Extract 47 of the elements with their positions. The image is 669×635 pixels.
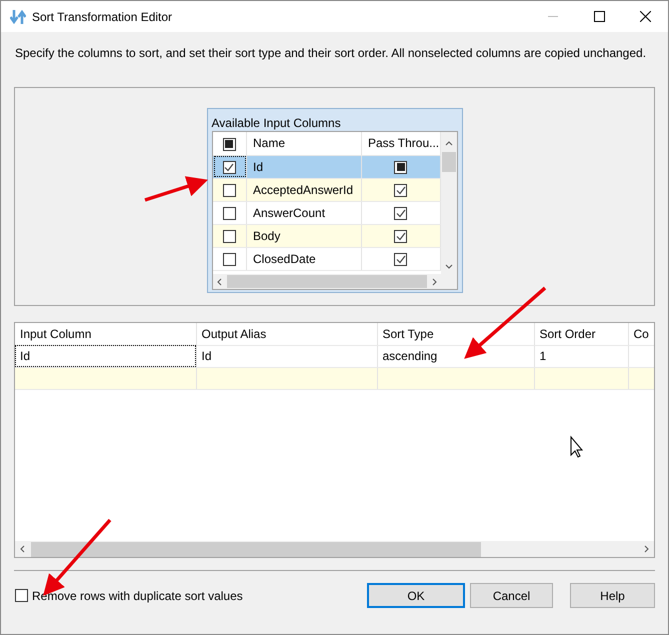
dialog-button[interactable]: Cancel xyxy=(470,583,553,608)
maximize-icon xyxy=(594,11,604,22)
pass-through-checkbox[interactable] xyxy=(394,252,408,266)
pass-through-checkbox[interactable] xyxy=(394,206,408,220)
horizontal-scrollbar[interactable] xyxy=(15,541,654,557)
column-header[interactable]: Pass Throu... xyxy=(368,136,440,150)
annotation-arrow xyxy=(144,176,208,202)
column-header[interactable]: Co xyxy=(628,323,654,345)
column-name: AcceptedAnswerId xyxy=(253,182,354,196)
pass-through-checkbox[interactable] xyxy=(394,160,408,174)
column-name: Body xyxy=(253,228,280,242)
pass-through-checkbox[interactable] xyxy=(394,230,408,243)
instruction-text: Specify the columns to sort, and set their sort type and their sort order. All nonselected columns are copied unchanged. xyxy=(15,46,646,60)
column-name: Id xyxy=(253,160,264,174)
column-header[interactable]: Sort Order xyxy=(534,323,628,345)
vertical-scrollbar[interactable] xyxy=(440,132,456,274)
checkbox[interactable] xyxy=(222,252,236,266)
table-cell: ascending xyxy=(377,345,534,367)
column-header[interactable]: Input Column xyxy=(15,323,196,345)
dialog-button[interactable]: OK xyxy=(367,583,465,608)
checkbox[interactable] xyxy=(222,184,236,197)
column-name: AnswerCount xyxy=(253,206,326,220)
dialog-button[interactable]: Help xyxy=(570,583,655,608)
column-header[interactable]: Name xyxy=(253,136,286,150)
table-cell: Id xyxy=(196,345,377,367)
pass-through-checkbox[interactable] xyxy=(394,184,408,197)
checkbox[interactable] xyxy=(222,230,236,243)
scrollbar-thumb[interactable] xyxy=(31,542,481,556)
table-cell: 1 xyxy=(534,345,628,367)
sort-icon xyxy=(10,10,26,24)
select-all-checkbox[interactable] xyxy=(222,138,236,151)
window-title: Sort Transformation Editor xyxy=(32,8,172,26)
column-header[interactable]: Output Alias xyxy=(196,323,377,345)
minimize-icon xyxy=(548,16,558,17)
panel-title: Available Input Columns xyxy=(212,116,341,130)
mouse-cursor-icon xyxy=(570,436,584,458)
checkbox[interactable] xyxy=(15,589,28,602)
checkbox[interactable] xyxy=(222,160,236,174)
column-name: ClosedDate xyxy=(253,252,316,266)
column-header[interactable]: Sort Type xyxy=(377,323,534,345)
table-cell: Id xyxy=(15,345,196,367)
close-icon xyxy=(640,11,650,22)
checkbox-label: Remove rows with duplicate sort values xyxy=(32,588,243,604)
checkbox[interactable] xyxy=(222,206,236,220)
horizontal-scrollbar[interactable] xyxy=(212,274,440,289)
scrollbar-thumb[interactable] xyxy=(442,152,456,172)
scrollbar-thumb[interactable] xyxy=(226,275,426,288)
